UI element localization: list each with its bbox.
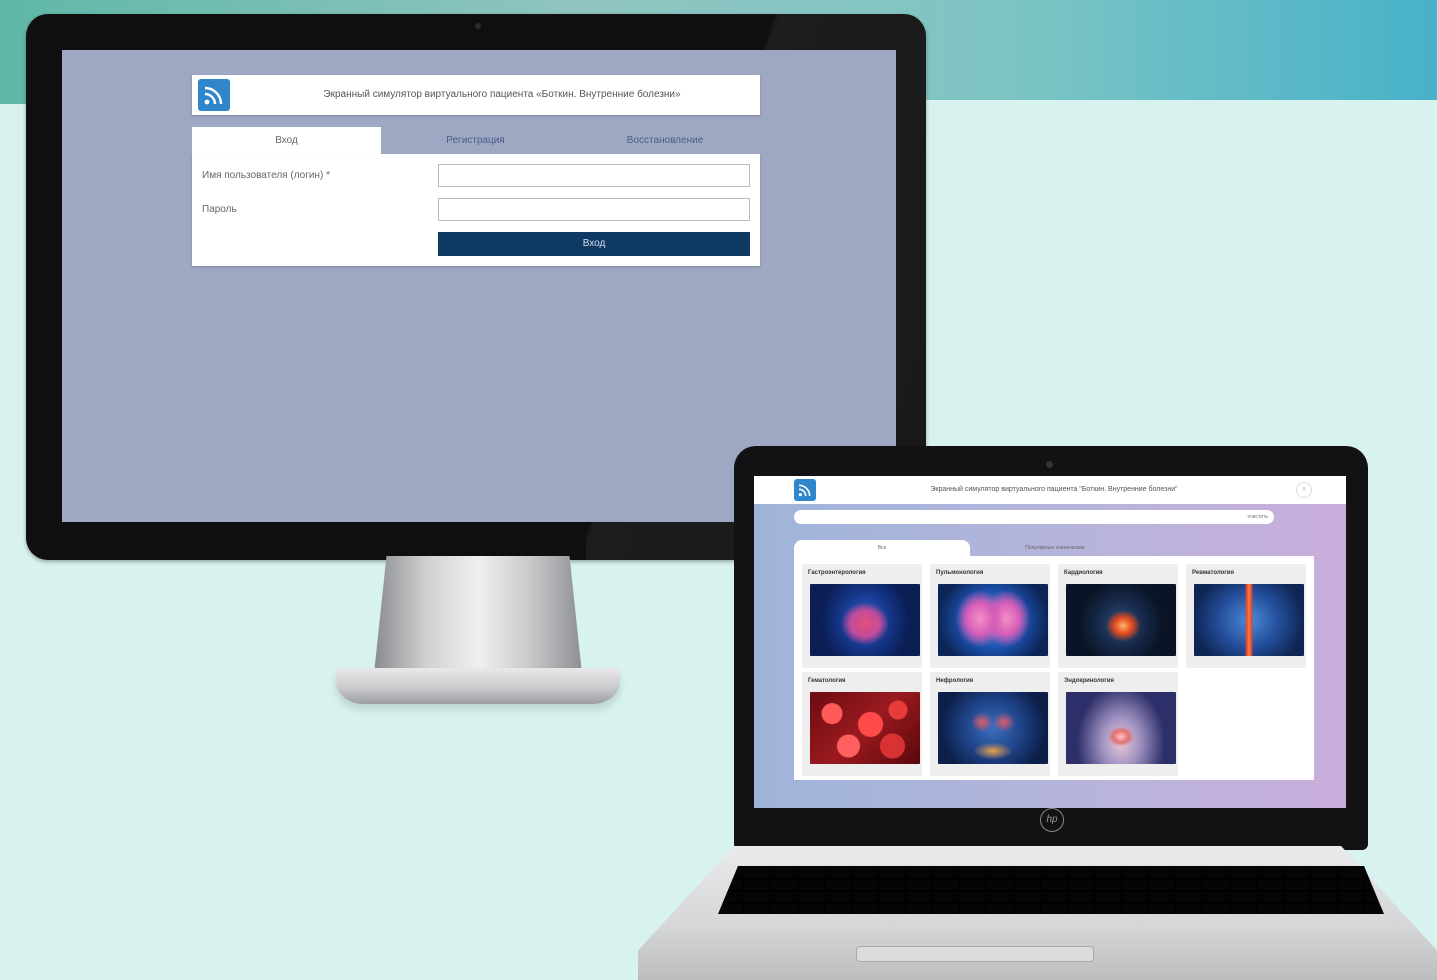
laptop-screen: Экранный симулятор виртуального пациента… bbox=[754, 476, 1346, 808]
search-input[interactable]: очистить bbox=[794, 510, 1274, 524]
card-title: Пульмонология bbox=[936, 570, 984, 576]
username-label: Имя пользователя (логин) * bbox=[202, 170, 330, 181]
card-rheumatology[interactable]: Ревматология bbox=[1186, 564, 1306, 668]
card-title: Гастроэнтерология bbox=[808, 570, 866, 576]
tab-all[interactable]: Все bbox=[794, 540, 970, 556]
card-title: Кардиология bbox=[1064, 570, 1103, 576]
clear-search-button[interactable]: очистить bbox=[1247, 510, 1268, 524]
webcam-dot bbox=[475, 23, 481, 29]
username-input[interactable] bbox=[438, 164, 750, 187]
card-endocrinology[interactable]: Эндокринология bbox=[1058, 672, 1178, 776]
app-logo-icon bbox=[198, 79, 230, 111]
laptop-webcam bbox=[1046, 461, 1053, 468]
laptop-keyboard bbox=[718, 866, 1384, 914]
app-title: Экранный симулятор виртуального пациента… bbox=[323, 89, 681, 100]
lungs-image bbox=[938, 584, 1048, 656]
tab-login[interactable]: Вход bbox=[192, 127, 381, 154]
login-tabbar: Вход Регистрация Восстановление bbox=[192, 127, 760, 154]
monitor-stand-neck bbox=[374, 556, 582, 674]
tab-recovery[interactable]: Восстановление bbox=[570, 127, 760, 154]
digestive-system-image bbox=[810, 584, 920, 656]
monitor-stand-base bbox=[336, 668, 620, 704]
card-title: Нефрология bbox=[936, 678, 974, 684]
laptop-app-title: Экранный симулятор виртуального пациента… bbox=[930, 486, 1178, 493]
blood-cells-image bbox=[810, 692, 920, 764]
hp-logo-icon: hp bbox=[1040, 808, 1064, 832]
tab-registration[interactable]: Регистрация bbox=[381, 127, 570, 154]
card-nephrology[interactable]: Нефрология bbox=[930, 672, 1050, 776]
card-cardiology[interactable]: Кардиология bbox=[1058, 564, 1178, 668]
laptop-touchpad bbox=[856, 946, 1094, 962]
laptop-app-logo-icon bbox=[794, 479, 816, 501]
login-submit-button[interactable]: Вход bbox=[438, 232, 750, 256]
spine-image bbox=[1194, 584, 1304, 656]
card-hematology[interactable]: Гематология bbox=[802, 672, 922, 776]
card-pulmonology[interactable]: Пульмонология bbox=[930, 564, 1050, 668]
card-title: Гематология bbox=[808, 678, 846, 684]
menu-icon[interactable]: ≡ bbox=[1296, 482, 1312, 498]
card-gastroenterology[interactable]: Гастроэнтерология bbox=[802, 564, 922, 668]
password-input[interactable] bbox=[438, 198, 750, 221]
thyroid-image bbox=[1066, 692, 1176, 764]
login-form: Имя пользователя (логин) * Пароль Вход bbox=[192, 154, 760, 266]
laptop-tabbar: Все Популярные клинические bbox=[794, 540, 1314, 556]
tab-popular[interactable]: Популярные клинические bbox=[970, 540, 1140, 556]
card-title: Ревматология bbox=[1192, 570, 1234, 576]
kidneys-image bbox=[938, 692, 1048, 764]
card-title: Эндокринология bbox=[1064, 678, 1114, 684]
heart-image bbox=[1066, 584, 1176, 656]
login-header: Экранный симулятор виртуального пациента… bbox=[192, 75, 760, 115]
password-label: Пароль bbox=[202, 204, 237, 215]
specialty-grid: Гастроэнтерология Пульмонология Кардиоло… bbox=[794, 556, 1314, 780]
laptop-app-header: Экранный симулятор виртуального пациента… bbox=[754, 476, 1346, 504]
